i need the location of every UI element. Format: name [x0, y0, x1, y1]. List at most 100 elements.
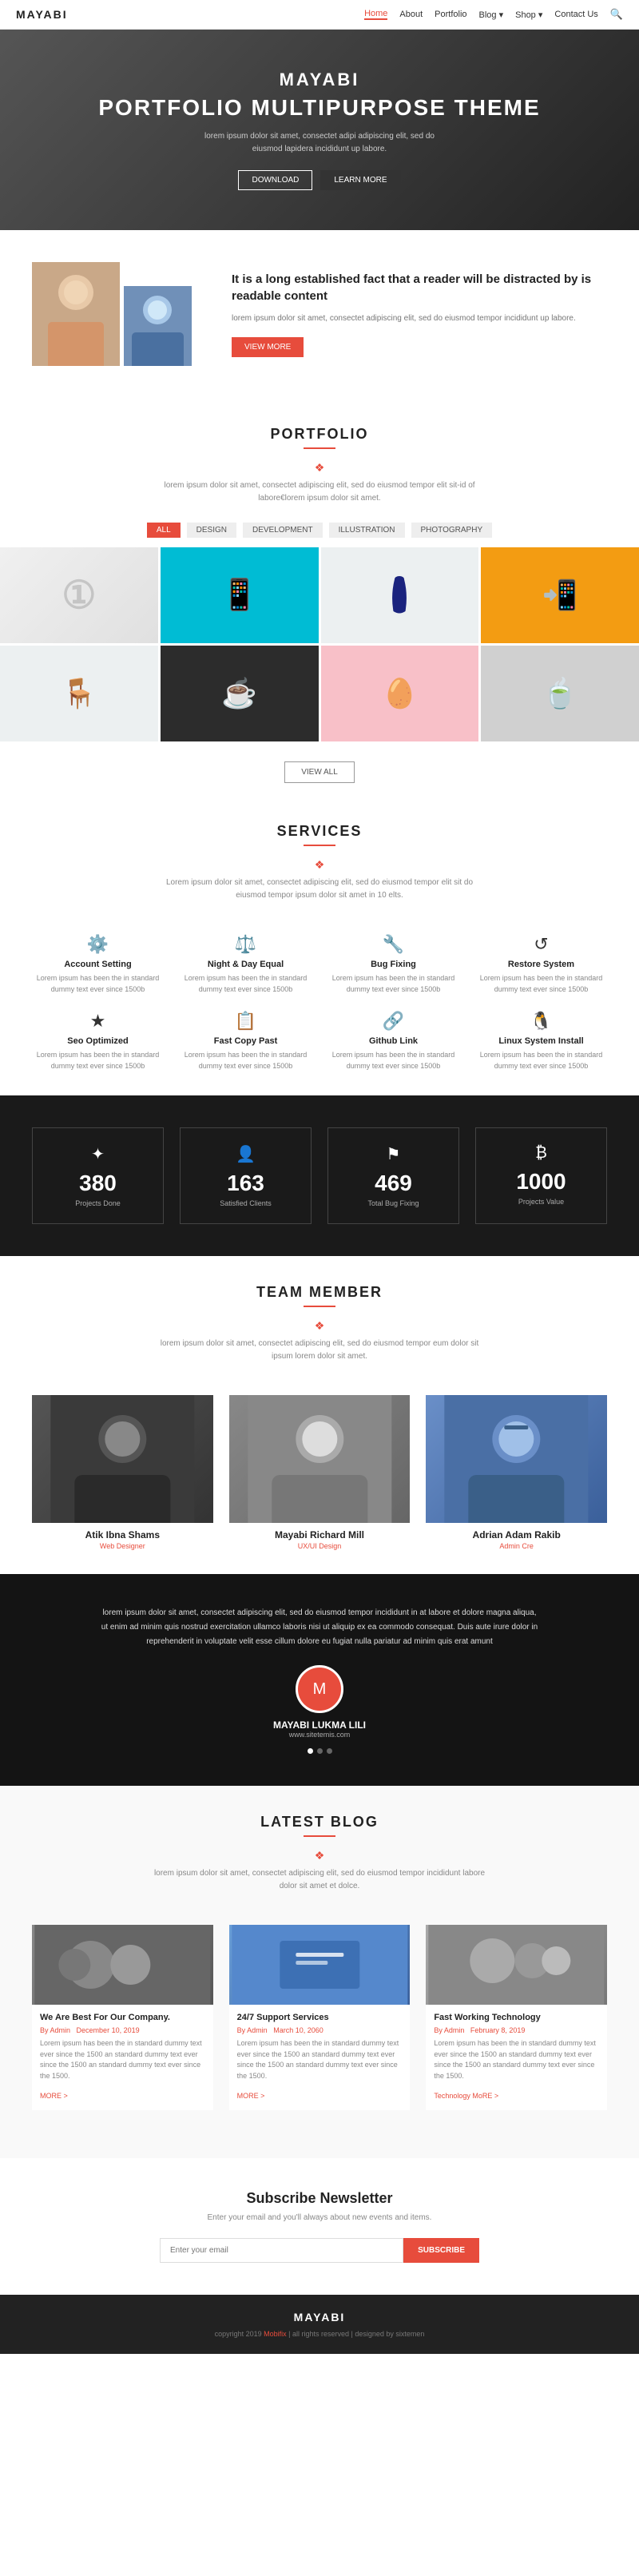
service-item-1: ⚙️ Account Setting Lorem ipsum has been …	[32, 934, 164, 995]
stats-section: ✦ 380 Projects Done 👤 163 Satisfied Clie…	[0, 1095, 639, 1256]
nav-portfolio[interactable]: Portfolio	[435, 10, 466, 19]
stat-num-2: 163	[189, 1171, 303, 1196]
blog-excerpt-3: Lorem ipsum has been the in standard dum…	[434, 2038, 599, 2081]
service-item-6: 📋 Fast Copy Past Lorem ipsum has been th…	[180, 1011, 312, 1071]
team-divider: ❖	[16, 1315, 623, 1338]
newsletter-email-input[interactable]	[160, 2238, 403, 2263]
blog-more-1[interactable]: MORE >	[40, 2092, 68, 2100]
stat-num-3: 469	[336, 1171, 450, 1196]
brand-logo[interactable]: MAYABI	[16, 8, 68, 21]
portfolio-item-7-icon: 🥚	[382, 677, 418, 710]
stat-icon-4: ₿	[484, 1144, 598, 1163]
blog-body-3: Fast Working Technology By Admin Februar…	[426, 2005, 607, 2110]
service-icon-3: 🔧	[327, 934, 459, 955]
portfolio-item-8[interactable]: 🍵	[481, 646, 639, 741]
hero-content: MAYABI PORTFOLIO MULTIPURPOSE THEME lore…	[98, 70, 540, 190]
portfolio-title: PORTFOLIO	[16, 426, 623, 443]
about-description: lorem ipsum dolor sit amet, consectet ad…	[232, 312, 607, 325]
nav-home[interactable]: Home	[364, 9, 387, 20]
view-all-button[interactable]: VIEW ALL	[284, 761, 355, 783]
services-header: SERVICES ❖ Lorem ipsum dolor sit amet, c…	[0, 795, 639, 910]
service-item-2: ⚖️ Night & Day Equal Lorem ipsum has bee…	[180, 934, 312, 995]
portfolio-filter: ALL DESIGN DEVELOPMENT ILLUSTRATION PHOT…	[0, 513, 639, 547]
blog-meta-3: By Admin February 8, 2019	[434, 2026, 599, 2034]
portfolio-item-6[interactable]: ☕	[161, 646, 319, 741]
team-header: TEAM MEMBER ❖ lorem ipsum dolor sit amet…	[0, 1256, 639, 1371]
dot-3[interactable]	[327, 1748, 332, 1754]
blog-section: LATEST BLOG ❖ lorem ipsum dolor sit amet…	[0, 1786, 639, 2158]
blog-author-2: By Admin	[237, 2026, 268, 2034]
footer-company-link[interactable]: Mobifix	[264, 2330, 287, 2338]
blog-divider: ❖	[16, 1845, 623, 1867]
filter-development[interactable]: DEVELOPMENT	[243, 523, 323, 538]
testimonial-text: lorem ipsum dolor sit amet, consectet ad…	[100, 1606, 539, 1649]
service-desc-6: Lorem ipsum has been the in standard dum…	[180, 1050, 312, 1071]
blog-author-3: By Admin	[434, 2026, 464, 2034]
subscribe-button[interactable]: SUBSCRIBE	[403, 2238, 479, 2263]
filter-illustration[interactable]: ILLUSTRATION	[329, 523, 405, 538]
blog-card-2: 24/7 Support Services By Admin March 10,…	[229, 1925, 411, 2110]
blog-thumb-2	[229, 1925, 411, 2005]
blog-date-2: March 10, 2060	[273, 2026, 323, 2034]
portfolio-item-4-icon: 📲	[542, 578, 578, 612]
blog-more-2[interactable]: MORE >	[237, 2092, 265, 2100]
portfolio-grid: ① 📱 📲 🪑 ☕ 🥚 🍵	[0, 547, 639, 749]
hero-subtitle: PORTFOLIO MULTIPURPOSE THEME	[98, 95, 540, 121]
team-member-3: Adrian Adam Rakib Admin Cre	[426, 1395, 607, 1550]
portfolio-header: PORTFOLIO ❖ lorem ipsum dolor sit amet, …	[0, 398, 639, 513]
service-desc-8: Lorem ipsum has been the in standard dum…	[475, 1050, 607, 1071]
blog-meta-2: By Admin March 10, 2060	[237, 2026, 403, 2034]
view-more-button[interactable]: VIEW MORE	[232, 337, 304, 357]
about-text: It is a long established fact that a rea…	[232, 271, 607, 357]
search-icon[interactable]: 🔍	[610, 8, 623, 21]
service-item-7: 🔗 Github Link Lorem ipsum has been the i…	[327, 1011, 459, 1071]
services-title: SERVICES	[16, 823, 623, 840]
services-grid-wrapper: ⚙️ Account Setting Lorem ipsum has been …	[0, 910, 639, 1095]
portfolio-item-2[interactable]: 📱	[161, 547, 319, 643]
filter-photography[interactable]: PHOTOGRAPHY	[411, 523, 493, 538]
team-role-3: Admin Cre	[426, 1542, 607, 1550]
portfolio-item-1[interactable]: ①	[0, 547, 158, 643]
portfolio-item-5[interactable]: 🪑	[0, 646, 158, 741]
team-title: TEAM MEMBER	[16, 1284, 623, 1301]
portfolio-item-2-icon: 📱	[220, 578, 258, 613]
blog-card-1: We Are Best For Our Company. By Admin De…	[32, 1925, 213, 2110]
footer-brand: MAYABI	[16, 2311, 623, 2324]
service-name-7: Github Link	[327, 1036, 459, 1046]
portfolio-item-3[interactable]	[321, 547, 479, 643]
filter-all[interactable]: ALL	[147, 523, 181, 538]
filter-design[interactable]: DESIGN	[187, 523, 236, 538]
learn-more-button[interactable]: LEARN MORE	[320, 170, 400, 190]
newsletter-form: SUBSCRIBE	[160, 2238, 479, 2263]
footer-copy-text: copyright 2019	[215, 2330, 264, 2338]
dot-2[interactable]	[317, 1748, 323, 1754]
blog-title-1: We Are Best For Our Company.	[40, 2013, 205, 2022]
nav-shop[interactable]: Shop ▾	[515, 10, 542, 20]
blog-title-2: 24/7 Support Services	[237, 2013, 403, 2022]
testimonial-avatar: M	[296, 1665, 343, 1713]
service-name-6: Fast Copy Past	[180, 1036, 312, 1046]
nav-blog[interactable]: Blog ▾	[479, 10, 504, 20]
team-grid: Atik Ibna Shams Web Designer Mayabi Rich…	[32, 1395, 607, 1550]
portfolio-item-6-icon: ☕	[221, 677, 257, 710]
blog-header: LATEST BLOG ❖ lorem ipsum dolor sit amet…	[0, 1786, 639, 1901]
portfolio-item-4[interactable]: 📲	[481, 547, 639, 643]
hero-section: MAYABI PORTFOLIO MULTIPURPOSE THEME lore…	[0, 30, 639, 230]
team-role-2: UX/UI Design	[229, 1542, 411, 1550]
portfolio-item-8-icon: 🍵	[542, 677, 578, 710]
dot-1[interactable]	[308, 1748, 313, 1754]
testimonial-section: lorem ipsum dolor sit amet, consectet ad…	[0, 1574, 639, 1786]
download-button[interactable]: DOWNLOAD	[238, 170, 312, 190]
service-icon-4: ↺	[475, 934, 607, 955]
service-item-3: 🔧 Bug Fixing Lorem ipsum has been the in…	[327, 934, 459, 995]
blog-body-2: 24/7 Support Services By Admin March 10,…	[229, 2005, 411, 2110]
service-desc-7: Lorem ipsum has been the in standard dum…	[327, 1050, 459, 1071]
portfolio-item-7[interactable]: 🥚	[321, 646, 479, 741]
nav-contact[interactable]: Contact Us	[554, 10, 597, 19]
service-desc-2: Lorem ipsum has been the in standard dum…	[180, 973, 312, 995]
view-all-container: VIEW ALL	[0, 749, 639, 795]
blog-more-3[interactable]: Technology MoRE >	[434, 2092, 498, 2100]
hero-title: MAYABI	[98, 70, 540, 90]
nav-about[interactable]: About	[399, 10, 423, 19]
service-desc-1: Lorem ipsum has been the in standard dum…	[32, 973, 164, 995]
